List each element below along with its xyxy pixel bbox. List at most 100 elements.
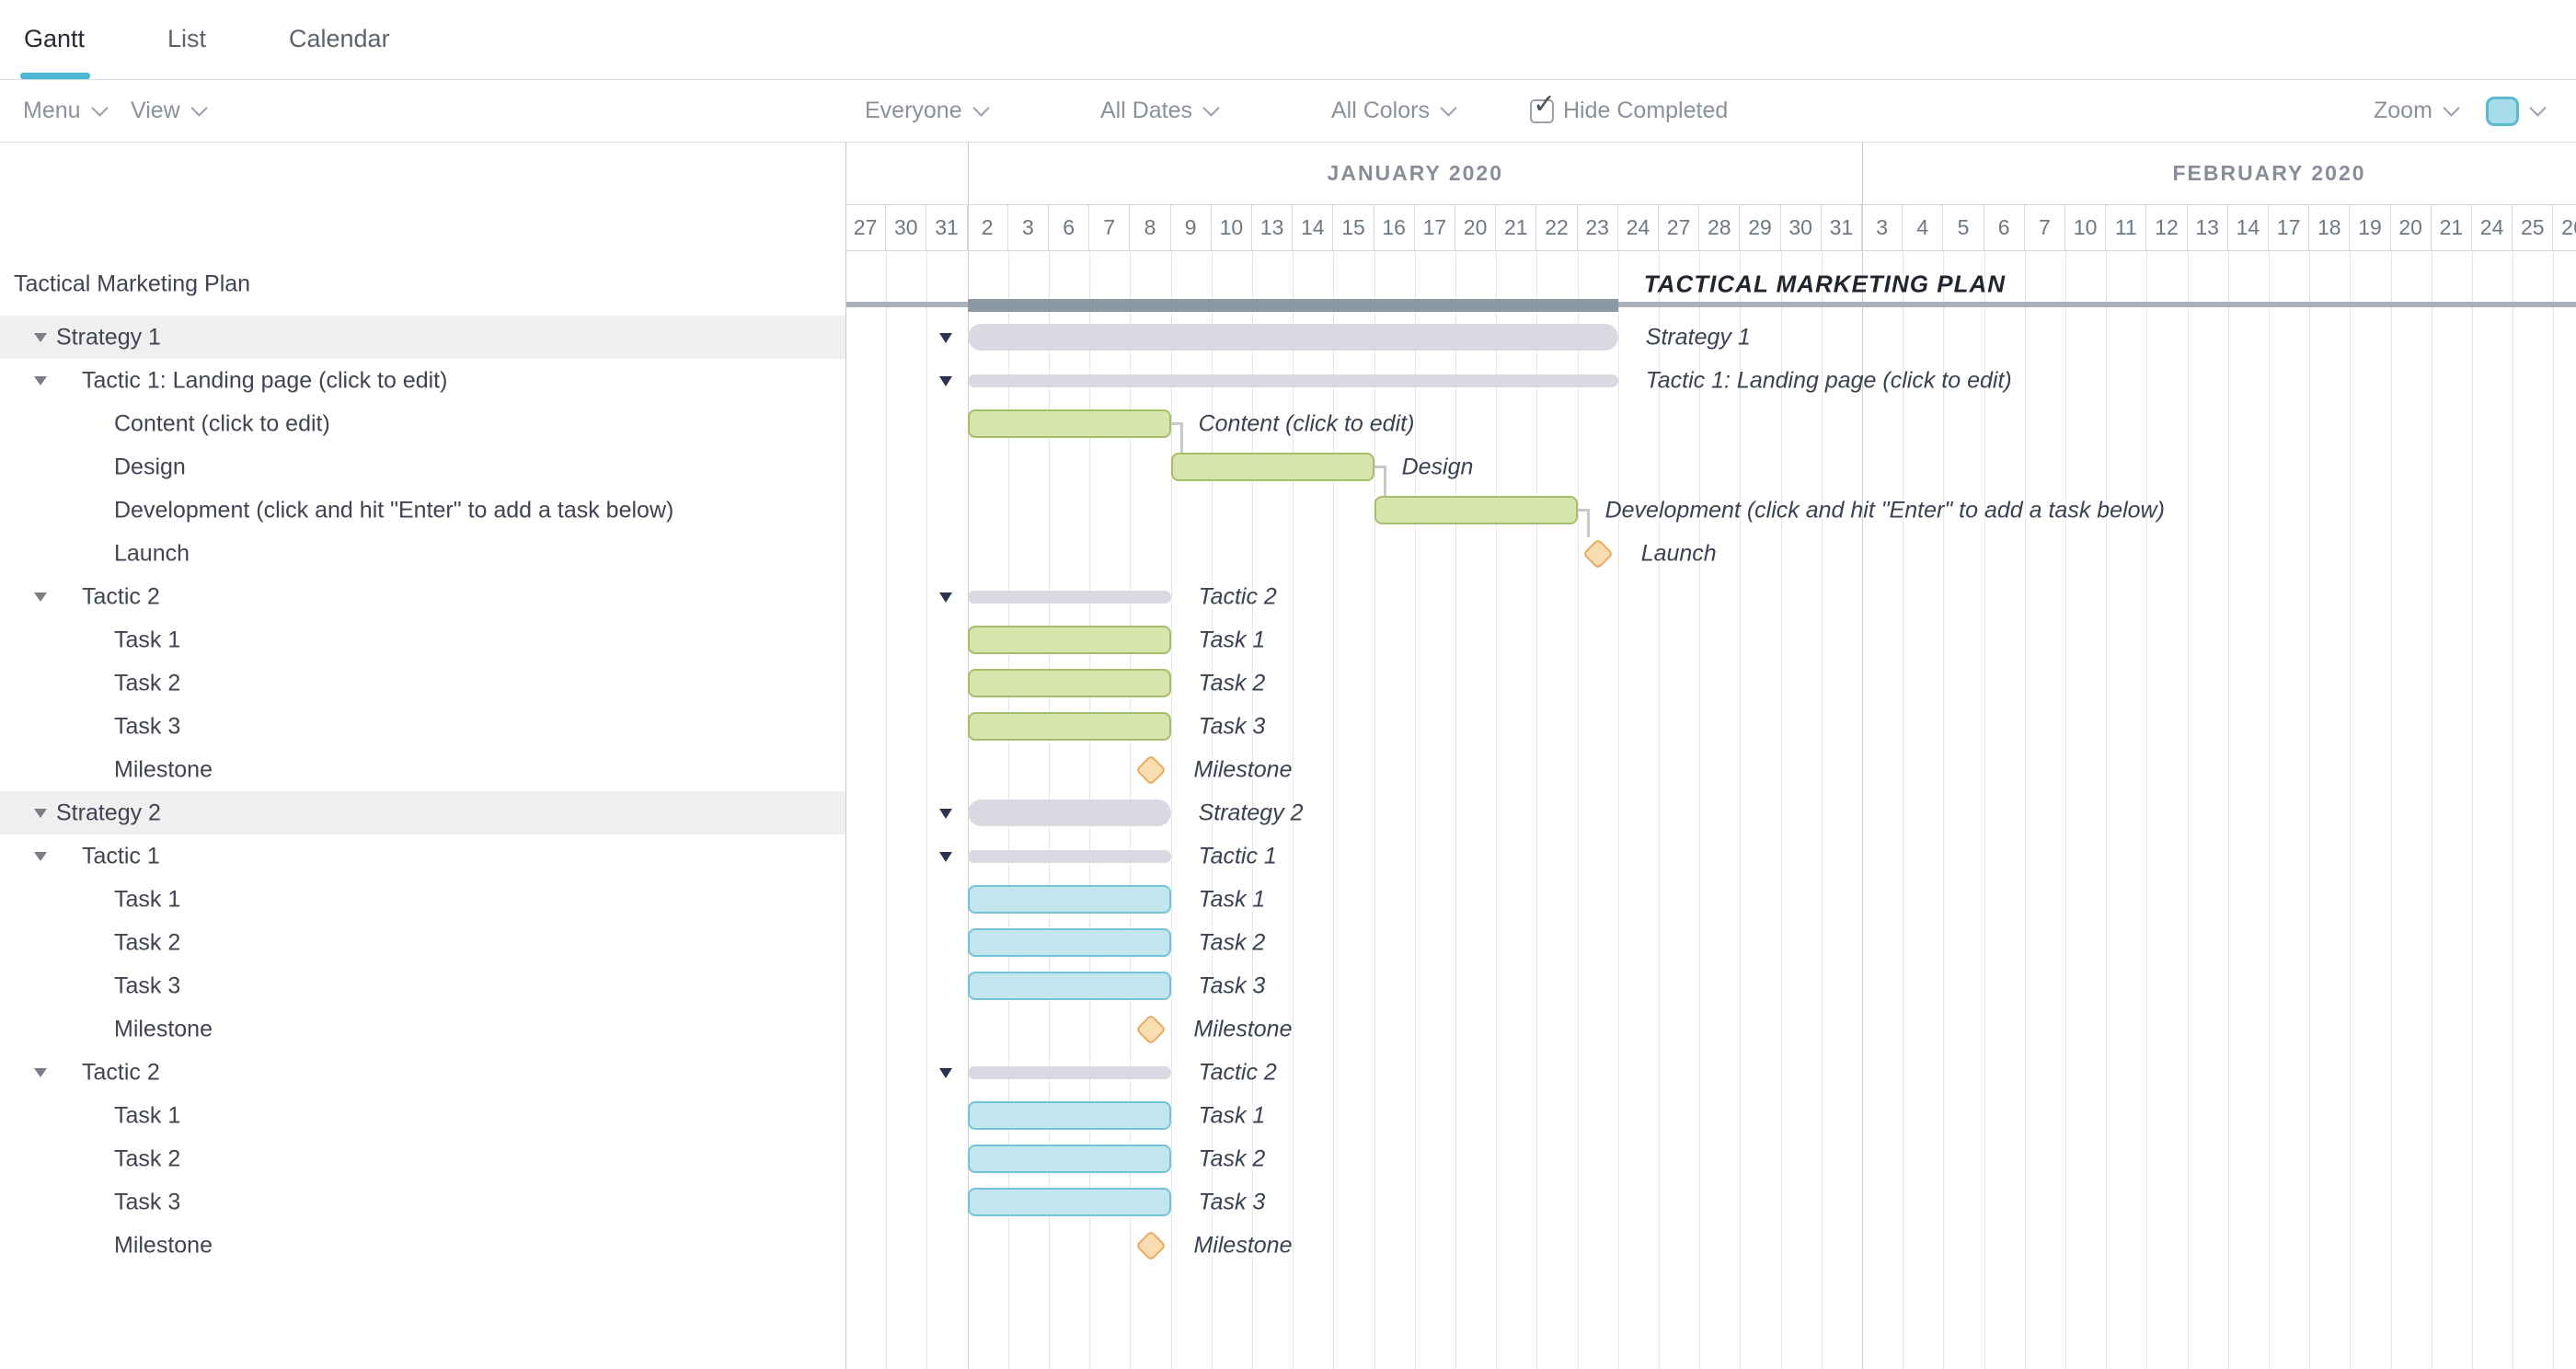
task-name[interactable]: Development (click and hit "Enter" to ad… [114,497,673,523]
task-name[interactable]: Design [114,454,186,480]
task-name[interactable]: Task 3 [114,972,180,999]
task-name[interactable]: Tactic 1 [82,843,160,869]
gantt-bar-task[interactable] [968,928,1171,957]
grid-line [2350,250,2351,1369]
collapse-triangle-icon[interactable] [939,852,952,862]
gantt-bar-label: Tactic 2 [1199,583,1277,610]
collapse-triangle-icon[interactable] [34,1068,47,1077]
day-header-cell: 29 [1740,204,1780,250]
gantt-bar-label: Task 1 [1199,886,1266,913]
day-header-cell: 24 [2472,204,2513,250]
tab-list[interactable]: List [167,0,206,78]
grid-line [2309,250,2310,1369]
task-name[interactable]: Content (click to edit) [114,410,330,437]
day-header-cell: 11 [2106,204,2146,250]
collapse-triangle-icon[interactable] [939,809,952,819]
task-name[interactable]: Milestone [114,1016,213,1042]
hide-completed-checkbox[interactable]: ✓ Hide Completed [1530,80,1728,142]
task-name[interactable]: Tactic 2 [82,1059,160,1086]
day-header-cell: 10 [2065,204,2106,250]
task-name[interactable]: Task 3 [114,1189,180,1215]
gantt-bar-tactic[interactable] [968,591,1171,604]
gantt-bar-task[interactable] [968,885,1171,914]
collapse-triangle-icon[interactable] [34,376,47,385]
task-name[interactable]: Task 1 [114,886,180,913]
gantt-bar-tactic[interactable] [968,850,1171,863]
collapse-triangle-icon[interactable] [939,1068,952,1078]
milestone-diamond[interactable] [1135,754,1167,786]
gantt-bar-task[interactable] [1171,453,1374,481]
gantt-bar-task[interactable] [968,972,1171,1000]
task-name[interactable]: Task 2 [114,1145,180,1172]
collapse-triangle-icon[interactable] [34,852,47,861]
menu-button[interactable]: Menu [23,80,106,142]
milestone-diamond[interactable] [1582,538,1614,569]
project-title[interactable]: Tactical Marketing Plan [14,271,250,298]
task-name[interactable]: Task 3 [114,713,180,740]
tab-gantt-label: Gantt [24,25,85,53]
grid-line [926,250,927,1369]
task-name[interactable]: Strategy 1 [56,324,161,351]
tab-calendar[interactable]: Calendar [289,0,390,78]
grid-line [2228,250,2229,1369]
gantt-bar-strategy[interactable] [968,324,1618,351]
milestone-diamond[interactable] [1135,1014,1167,1045]
gantt-bar-task[interactable] [968,626,1171,654]
colors-filter-button[interactable]: All Colors [1331,80,1455,142]
chevron-down-icon [2443,99,2459,116]
collapse-triangle-icon[interactable] [34,809,47,818]
gantt-app: Gantt List Calendar Menu View Everyone A… [0,0,2576,1369]
gantt-bar-label: Development (click and hit "Enter" to ad… [1605,497,2165,523]
gantt-bar-task[interactable] [968,1188,1171,1216]
milestone-diamond[interactable] [1135,1230,1167,1261]
day-header-cell: 21 [2432,204,2472,250]
gantt-bar-tactic[interactable] [968,1066,1171,1079]
collapse-triangle-icon[interactable] [34,592,47,602]
task-name[interactable]: Task 1 [114,627,180,653]
gantt-bar-label: Task 2 [1199,670,1266,696]
view-button[interactable]: View [131,80,205,142]
task-name[interactable]: Launch [114,540,190,567]
day-header-cell: 2 [968,204,1008,250]
gantt-bar-task[interactable] [968,1101,1171,1130]
task-name[interactable]: Task 2 [114,670,180,696]
grid-line [2025,250,2026,1369]
task-name[interactable]: Milestone [114,756,213,783]
people-filter-button[interactable]: Everyone [865,80,987,142]
grid-line [1171,250,1172,1369]
task-name[interactable]: Task 2 [114,929,180,956]
grid-line [1943,250,1944,1369]
zoom-button[interactable]: Zoom [2374,80,2457,142]
collapse-triangle-icon[interactable] [939,592,952,603]
project-summary-bar[interactable] [968,299,1618,312]
task-name[interactable]: Tactic 1: Landing page (click to edit) [82,367,447,394]
panel-divider [845,142,846,1369]
chevron-down-icon [91,99,108,116]
color-picker-button[interactable] [2486,80,2544,142]
task-name[interactable]: Milestone [114,1232,213,1259]
gantt-bar-label: Task 3 [1199,1189,1266,1215]
gantt-bar-task[interactable] [968,669,1171,697]
day-header-cell: 14 [2228,204,2269,250]
task-name[interactable]: Tactic 2 [82,583,160,610]
gantt-bar-label: Launch [1641,540,1717,567]
collapse-triangle-icon[interactable] [939,333,952,343]
gantt-bar-label: Task 1 [1199,627,1266,653]
colors-filter-label: All Colors [1331,98,1430,124]
gantt-bar-label: Task 2 [1199,929,1266,956]
collapse-triangle-icon[interactable] [939,376,952,386]
dates-filter-button[interactable]: All Dates [1100,80,1217,142]
gantt-bar-task[interactable] [968,409,1171,438]
tab-gantt[interactable]: Gantt [24,0,85,78]
gantt-bar-label: Task 3 [1199,713,1266,740]
gantt-bar-task[interactable] [1374,496,1578,524]
gantt-bar-task[interactable] [968,1145,1171,1173]
task-name[interactable]: Strategy 2 [56,800,161,826]
gantt-bar-task[interactable] [968,712,1171,741]
day-header-cell: 12 [2146,204,2187,250]
gantt-bar-tactic[interactable] [968,374,1618,387]
gantt-bar-strategy[interactable] [968,800,1171,826]
collapse-triangle-icon[interactable] [34,333,47,342]
task-name[interactable]: Task 1 [114,1102,180,1129]
gantt-bar-label: Strategy 2 [1199,800,1304,826]
